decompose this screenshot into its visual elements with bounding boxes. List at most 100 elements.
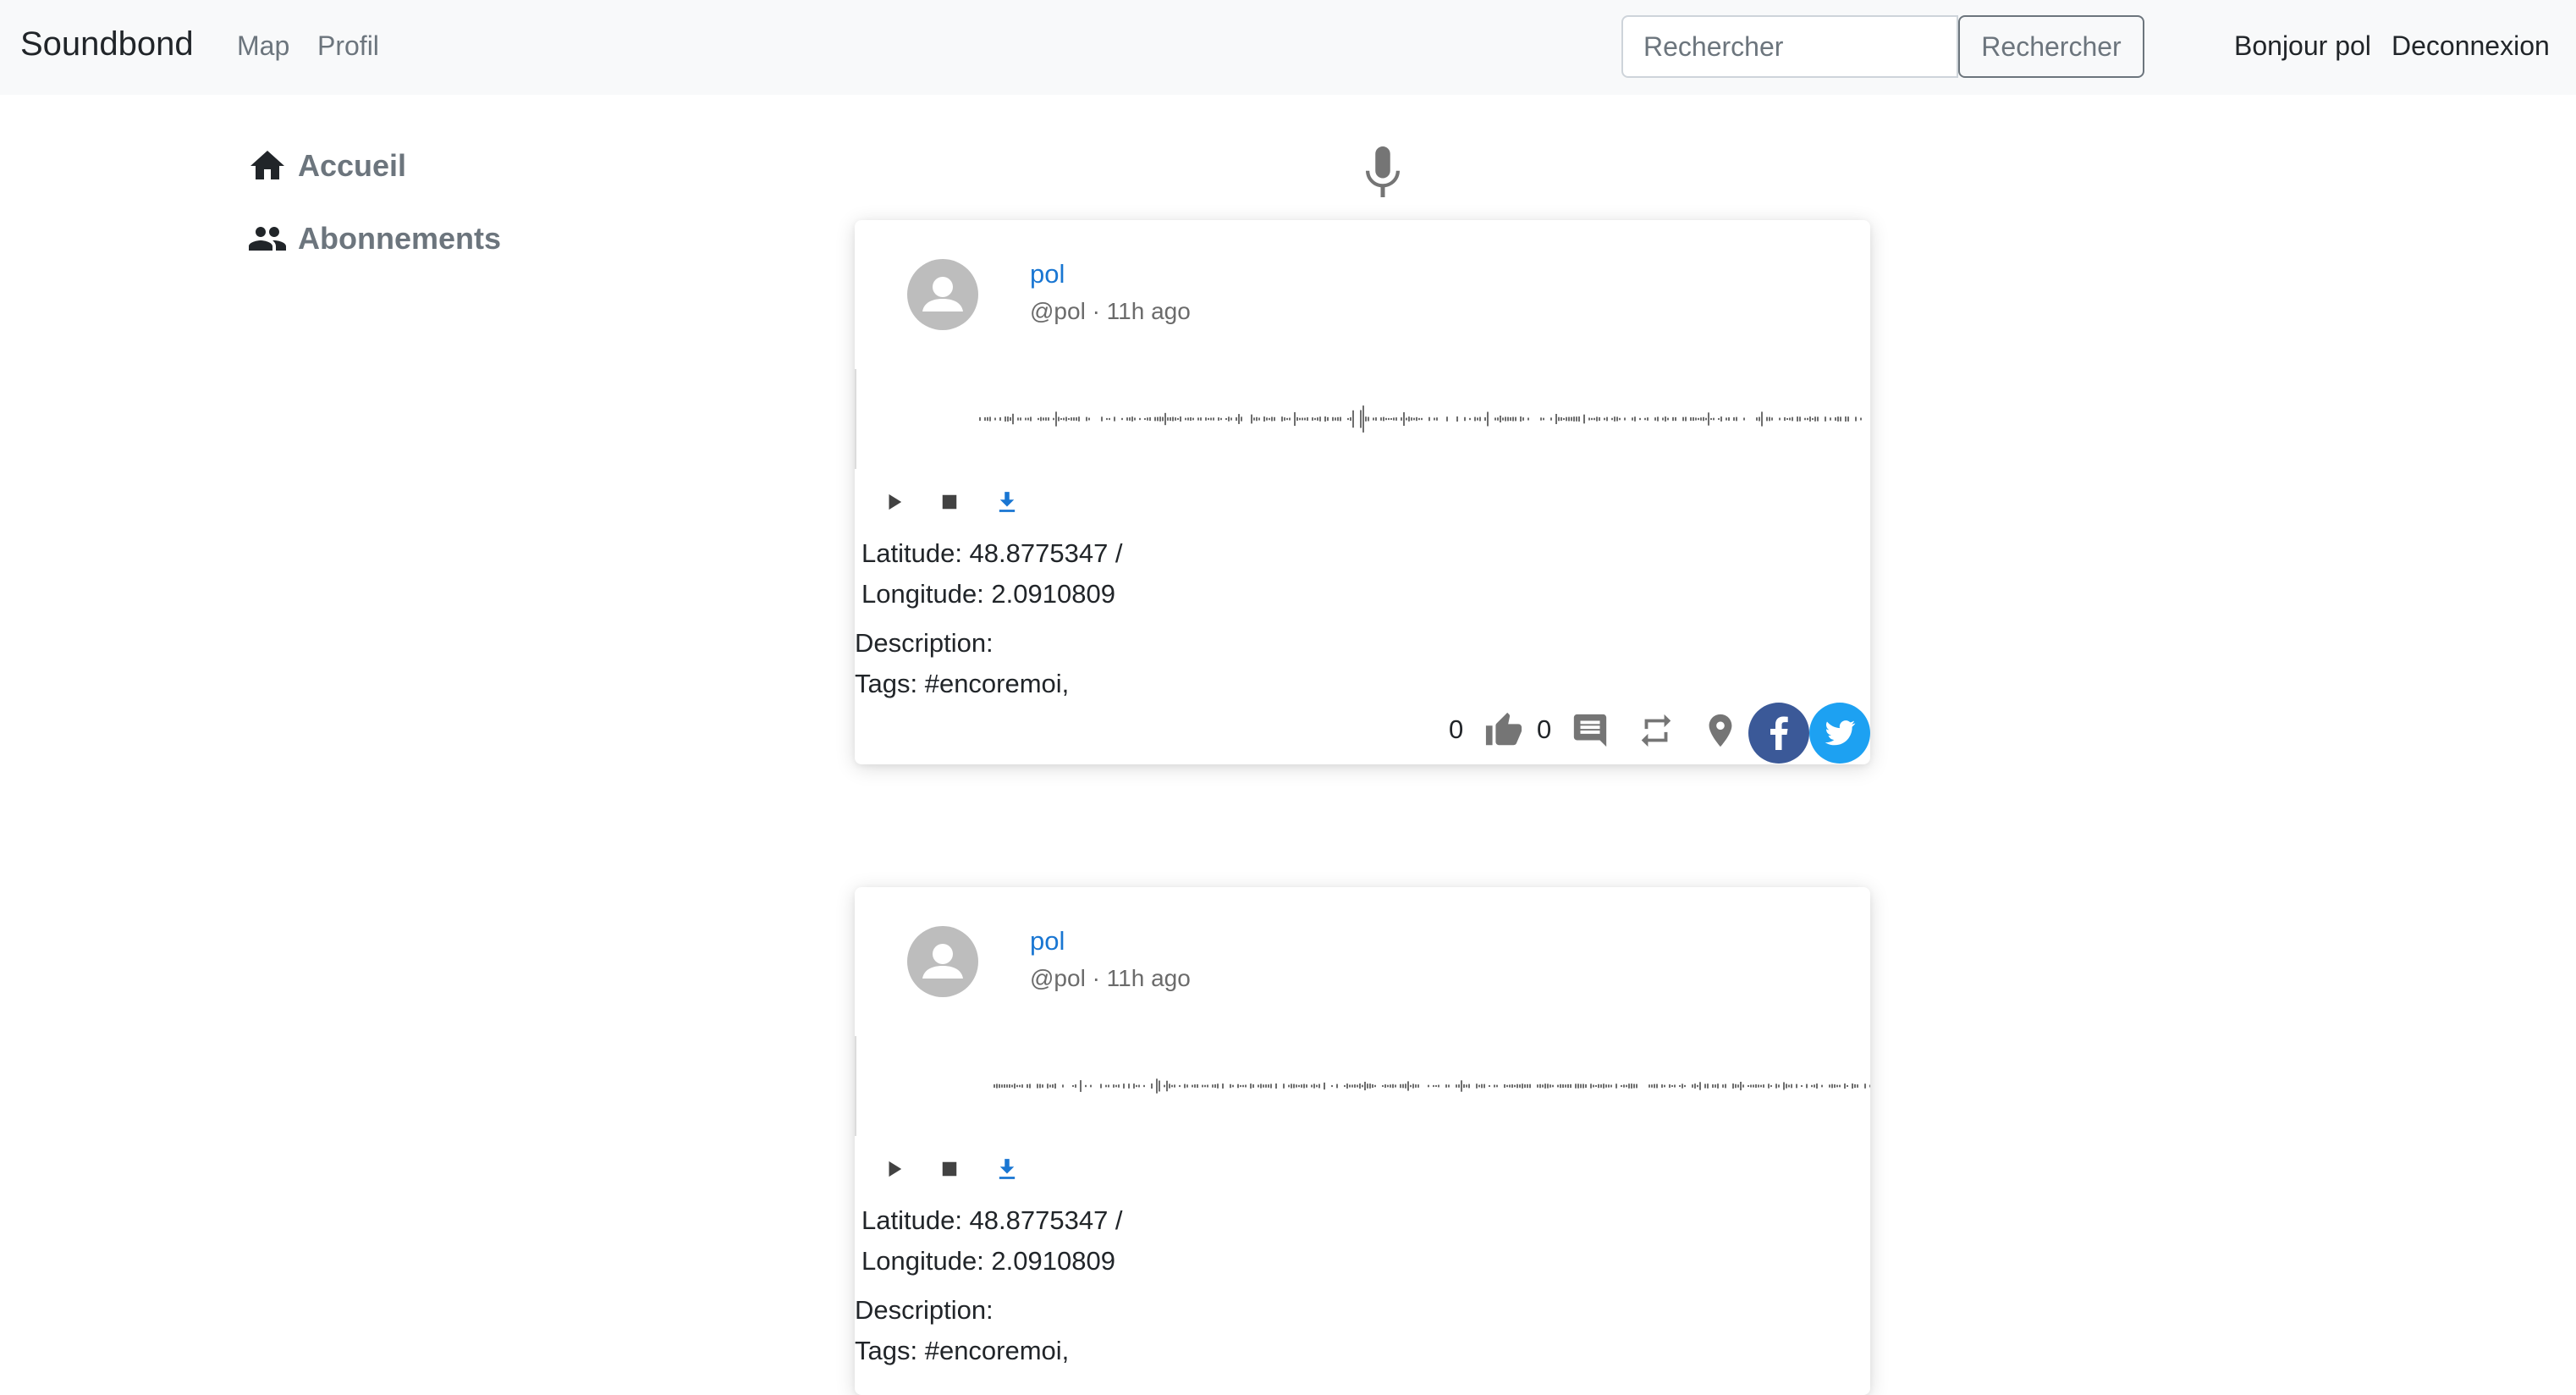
waveform-bar [1830,417,1831,421]
download-button[interactable] [988,1150,1026,1188]
post-username[interactable]: pol [1030,259,1065,289]
waveform-bar [1212,1084,1214,1088]
waveform-bar [1685,416,1687,422]
waveform-bar [1236,417,1237,421]
waveform-bar [1011,1084,1013,1088]
waveform-bar [1271,416,1273,422]
waveform-bar [1817,416,1819,422]
microphone-record-button[interactable] [1357,142,1408,201]
waveform-bar [1241,416,1242,422]
waveform-bar [1133,1083,1135,1089]
comment-button[interactable] [1571,711,1610,750]
waveform-bar [1230,1083,1231,1089]
waveform-bar [1736,416,1737,422]
waveform-bar [1707,1083,1709,1089]
waveform-bar [1639,417,1641,421]
waveform-bar [1619,417,1621,421]
sidebar-item-abonnements[interactable]: Abonnements [247,213,501,264]
post-username[interactable]: pol [1030,926,1065,957]
waveform-bar [1303,1083,1305,1089]
sidebar-item-accueil[interactable]: Accueil [247,141,406,191]
stop-button[interactable] [931,483,968,521]
waveform-bar [994,1084,995,1088]
user-avatar-icon [922,277,963,312]
waveform-bar [1742,1084,1744,1088]
waveform-bar [1347,417,1349,421]
waveform-bar [1728,417,1730,421]
waveform-bar [1847,1084,1848,1088]
waveform-bar [1175,417,1176,421]
waveform-bar [1263,416,1265,422]
nav-link-profil[interactable]: Profil [317,30,379,62]
waveform-bar [1539,1083,1541,1089]
waveform-bar [999,417,1001,421]
waveform-bar [1791,1083,1792,1089]
like-button[interactable] [1484,711,1523,750]
waveform-bar [1436,417,1438,421]
waveform-bar [1368,416,1369,422]
waveform-bar [1821,1084,1823,1088]
waveform-bar [1007,416,1009,422]
brand-logo[interactable]: Soundbond [20,25,194,63]
like-count: 0 [1449,714,1464,744]
nav-link-map[interactable]: Map [237,30,289,62]
logout-link[interactable]: Deconnexion [2392,30,2550,62]
waveform-bar [1598,1083,1599,1089]
location-button[interactable] [1701,711,1740,750]
waveform-bar [1180,416,1181,422]
search-input[interactable] [1621,15,1958,78]
waveform-bar [1674,1084,1676,1088]
waveform-bar [1269,417,1270,421]
user-avatar-icon [922,944,963,979]
waveform-bar [1651,1084,1653,1088]
waveform-bar [1324,416,1326,422]
facebook-share-button[interactable] [1748,703,1809,764]
waveform-bar [1763,1084,1764,1088]
audio-waveform[interactable] [855,369,1870,469]
people-icon [249,227,286,251]
waveform-bar [1854,1083,1856,1089]
waveform-bar [1337,416,1339,422]
sidebar-item-label: Accueil [298,148,407,183]
twitter-share-button[interactable] [1809,703,1870,764]
waveform-bar [1078,416,1080,422]
waveform-bar [1628,1083,1630,1089]
waveform-bar [1225,417,1227,421]
waveform-bar [1413,417,1415,421]
waveform-bar [1174,1084,1175,1088]
waveform-bar [1675,416,1676,422]
audio-waveform[interactable] [855,1036,1870,1136]
waveform-bar [1375,417,1377,421]
waveform-bar [1527,1083,1528,1089]
waveform-bar [1783,1082,1785,1090]
waveform-bar [1192,1084,1193,1088]
waveform-bar [1469,417,1471,421]
waveform-bar [1519,1084,1521,1088]
waveform-bar [994,417,996,421]
waveform-bar [1690,416,1692,422]
waveform-bar [1186,1084,1188,1088]
search-button[interactable]: Rechercher [1958,15,2144,78]
waveform-bar [1090,1084,1092,1088]
waveform-bar [1151,1083,1153,1089]
avatar[interactable] [907,926,978,997]
download-button[interactable] [988,483,1026,521]
waveform-bar [1527,417,1529,421]
waveform-bar [1332,416,1334,422]
waveform-bar [1760,1084,1762,1088]
waveform-bar [1118,1084,1120,1088]
waveform-bar [1354,1084,1356,1088]
avatar[interactable] [907,259,978,330]
waveform-bar [1054,1083,1056,1089]
waveform-bar [1260,1083,1262,1089]
waveform-bar [1164,1084,1165,1088]
play-button[interactable] [875,483,912,521]
waveform-bar [1725,1083,1726,1089]
waveform-bar [1164,412,1166,426]
waveform-bar [1159,416,1161,422]
waveform-bar [1383,416,1384,422]
stop-button[interactable] [931,1150,968,1188]
play-button[interactable] [875,1150,912,1188]
waveform-bar [1331,1084,1333,1088]
repost-button[interactable] [1637,711,1676,750]
